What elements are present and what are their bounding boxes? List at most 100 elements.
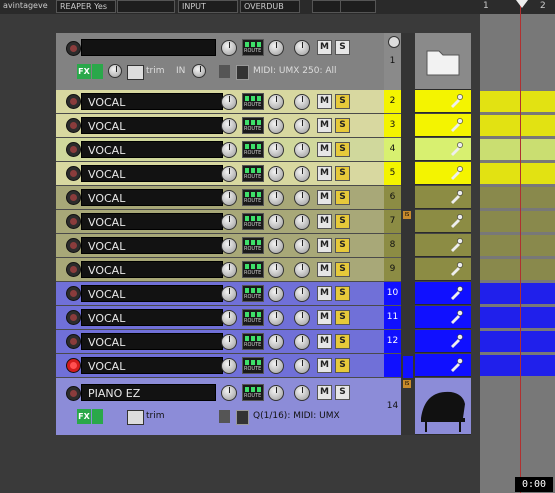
track-row[interactable]: VOCAL ROUTE M S [56, 138, 384, 161]
solo-button[interactable]: S [335, 94, 350, 109]
width-knob[interactable] [294, 190, 310, 206]
width-knob[interactable] [294, 118, 310, 134]
mute-button[interactable]: M [317, 118, 332, 133]
track-name-field[interactable]: PIANO EZ [81, 384, 216, 401]
width-knob[interactable] [294, 166, 310, 182]
solo-button[interactable]: S [335, 262, 350, 277]
record-arm-button[interactable] [66, 166, 81, 181]
mute-button[interactable]: M [317, 385, 332, 400]
track-row[interactable]: VOCAL ROUTE M S [56, 258, 384, 281]
route-button[interactable]: ROUTE [242, 309, 264, 326]
pan-knob[interactable] [268, 40, 284, 56]
solo-button[interactable]: S [335, 334, 350, 349]
record-arm-button[interactable] [66, 41, 81, 56]
record-arm-button[interactable] [66, 358, 81, 373]
route-button[interactable]: ROUTE [242, 117, 264, 134]
track-name-field[interactable]: VOCAL [81, 189, 223, 206]
piano-track[interactable]: PIANO EZ ROUTE M S FX trim Q(1/16): MIDI… [56, 378, 384, 435]
width-knob[interactable] [294, 334, 310, 350]
toolbar-button-overdub[interactable]: OVERDUB [240, 0, 300, 13]
mute-button[interactable]: M [317, 238, 332, 253]
volume-knob[interactable] [221, 358, 237, 374]
route-button[interactable]: ROUTE [242, 333, 264, 350]
fx-button[interactable]: FX [77, 64, 91, 79]
toolbar-button-blank[interactable] [117, 0, 175, 13]
track-name-field[interactable]: VOCAL [81, 309, 223, 326]
pan-knob[interactable] [268, 262, 284, 278]
track-row[interactable]: VOCAL ROUTE M S [56, 306, 384, 329]
fx-bypass-icon[interactable] [92, 409, 103, 424]
pan-knob[interactable] [268, 142, 284, 158]
track-row[interactable]: VOCAL ROUTE M S [56, 162, 384, 185]
track-name-field[interactable]: VOCAL [81, 237, 223, 254]
track-icon[interactable] [415, 114, 471, 137]
close-icon[interactable] [388, 36, 400, 48]
route-button[interactable]: ROUTE [242, 189, 264, 206]
media-item[interactable] [480, 187, 555, 208]
chevron-down-icon[interactable] [192, 64, 206, 78]
record-arm-button[interactable] [66, 190, 81, 205]
track-icon[interactable] [415, 258, 471, 281]
solo-button[interactable]: S [335, 118, 350, 133]
mute-button[interactable]: M [317, 358, 332, 373]
track-name-field[interactable]: VOCAL [81, 357, 223, 374]
route-button[interactable]: ROUTE [242, 141, 264, 158]
solo-button[interactable]: S [335, 40, 350, 55]
trim-label[interactable]: trim [146, 66, 165, 76]
pan-knob[interactable] [268, 190, 284, 206]
track-row[interactable]: VOCAL ROUTE M S [56, 186, 384, 209]
record-arm-button[interactable] [66, 286, 81, 301]
width-knob[interactable] [294, 214, 310, 230]
route-button[interactable]: ROUTE [242, 285, 264, 302]
media-item[interactable] [480, 283, 555, 304]
media-item[interactable] [480, 259, 555, 280]
width-knob[interactable] [294, 238, 310, 254]
pan-knob[interactable] [268, 334, 284, 350]
mute-button[interactable]: M [317, 190, 332, 205]
width-knob[interactable] [294, 358, 310, 374]
track-name-field[interactable]: VOCAL [81, 141, 223, 158]
pan-knob[interactable] [268, 286, 284, 302]
volume-knob[interactable] [221, 334, 237, 350]
volume-knob[interactable] [221, 190, 237, 206]
toolbar-button-input[interactable]: INPUT [178, 0, 238, 13]
media-item[interactable] [480, 139, 555, 160]
track-icon[interactable] [415, 282, 471, 305]
record-arm-button[interactable] [66, 386, 81, 401]
track-name-field[interactable]: VOCAL [81, 213, 223, 230]
track-icon[interactable] [415, 186, 471, 209]
route-button[interactable]: ROUTE [242, 93, 264, 110]
envelope-icon[interactable] [127, 65, 144, 80]
toolbar-button-reaper[interactable]: REAPER Yes [56, 0, 116, 13]
track-icon[interactable] [415, 306, 471, 329]
record-arm-button[interactable] [66, 94, 81, 109]
width-knob[interactable] [294, 286, 310, 302]
track-row[interactable]: VOCAL ROUTE M S [56, 90, 384, 113]
mute-button[interactable]: M [317, 310, 332, 325]
phase-icon[interactable] [108, 64, 122, 78]
volume-knob[interactable] [221, 94, 237, 110]
record-arm-button[interactable] [66, 334, 81, 349]
pan-knob[interactable] [268, 358, 284, 374]
volume-knob[interactable] [221, 385, 237, 401]
monitor-icon[interactable] [219, 410, 230, 423]
fx-chain-icon[interactable] [236, 65, 249, 80]
media-item[interactable] [480, 115, 555, 136]
media-item[interactable] [480, 211, 555, 232]
folder-icon[interactable] [415, 33, 471, 90]
pan-knob[interactable] [268, 118, 284, 134]
midi-input-label[interactable]: Q(1/16): MIDI: UMX [253, 411, 340, 421]
solo-button[interactable]: S [335, 238, 350, 253]
volume-knob[interactable] [221, 166, 237, 182]
track-name-field[interactable]: VOCAL [81, 165, 223, 182]
pan-knob[interactable] [268, 94, 284, 110]
media-item[interactable] [480, 235, 555, 256]
record-arm-button[interactable] [66, 118, 81, 133]
solo-button[interactable]: S [335, 385, 350, 400]
piano-icon[interactable] [415, 378, 471, 435]
media-item[interactable] [480, 163, 555, 184]
mute-button[interactable]: M [317, 334, 332, 349]
input-label[interactable]: IN [176, 66, 185, 76]
media-item[interactable] [480, 331, 555, 352]
pan-knob[interactable] [268, 166, 284, 182]
